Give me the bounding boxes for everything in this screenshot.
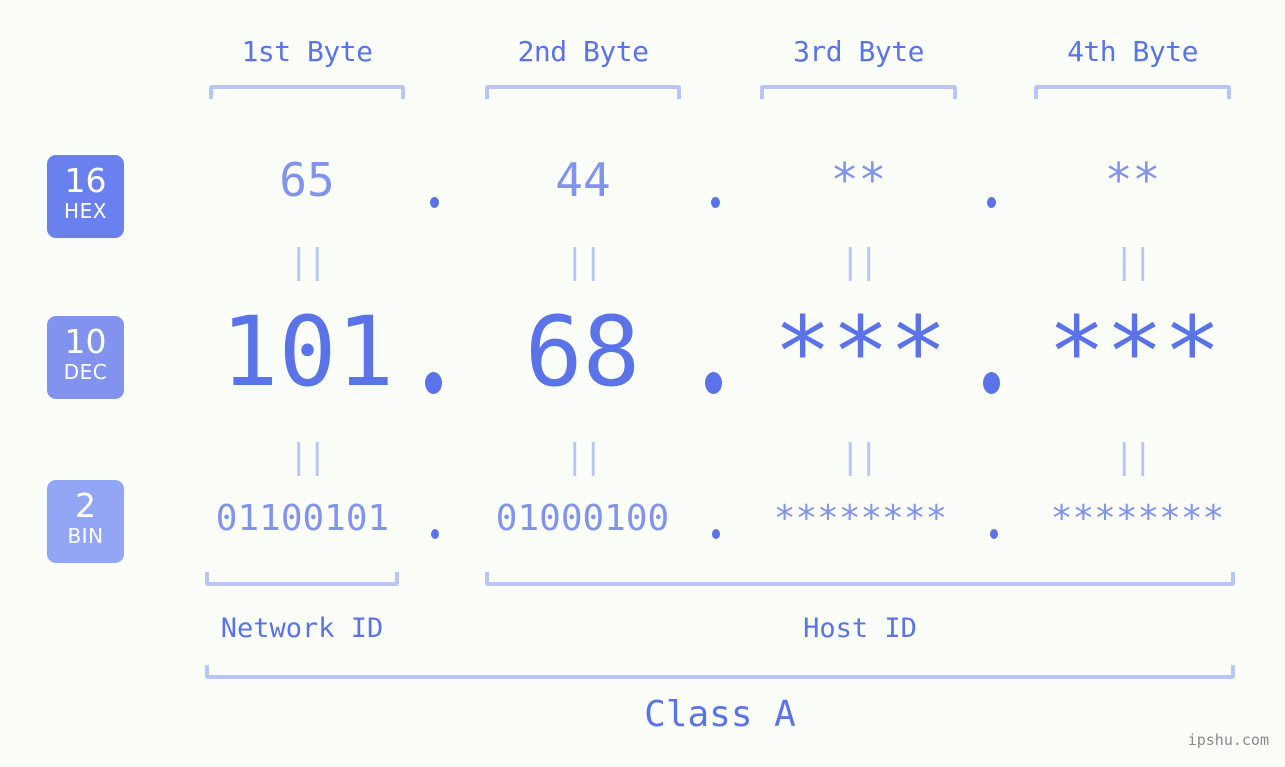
byte-header-3: 3rd Byte	[793, 35, 924, 68]
dec-separator-3	[983, 372, 1000, 394]
equals-mark-dec-bin-3: ||	[840, 437, 879, 477]
site-watermark: ipshu.com	[1187, 731, 1269, 749]
hex-separator-3	[987, 197, 996, 208]
base-badge-bin: 2 BIN	[47, 480, 124, 563]
base-badge-bin-label: BIN	[67, 524, 104, 548]
host-id-bracket	[485, 572, 1235, 586]
base-badge-bin-number: 2	[75, 486, 96, 525]
byte-header-1: 1st Byte	[241, 35, 373, 68]
base-badge-dec-label: DEC	[63, 360, 108, 384]
network-id-bracket	[205, 572, 399, 586]
hex-separator-1	[430, 197, 439, 208]
dec-separator-1	[425, 372, 442, 394]
dec-octet-4: ***	[1047, 296, 1222, 408]
byte-bracket-2	[485, 85, 681, 99]
hex-octet-4: **	[1104, 153, 1161, 207]
byte-bracket-1	[209, 85, 405, 99]
hex-octet-1: 65	[279, 153, 335, 207]
dec-separator-2	[705, 372, 722, 394]
network-id-label: Network ID	[220, 613, 384, 644]
byte-header-4: 4th Byte	[1067, 35, 1198, 68]
equals-mark-hex-dec-2: ||	[564, 242, 604, 282]
base-badge-hex-label: HEX	[64, 199, 107, 223]
bin-octet-2: 01000100	[495, 498, 670, 539]
bin-octet-4: ********	[1050, 498, 1225, 539]
bin-octet-1: 01100101	[215, 498, 390, 539]
equals-mark-dec-bin-4: ||	[1114, 437, 1153, 477]
hex-octet-2: 44	[555, 153, 611, 207]
base-badge-hex-number: 16	[64, 161, 107, 200]
equals-mark-hex-dec-4: ||	[1114, 242, 1153, 282]
host-id-label: Host ID	[803, 613, 917, 644]
byte-bracket-3	[760, 85, 957, 99]
bin-separator-2	[712, 529, 720, 539]
hex-octet-3: **	[830, 153, 887, 207]
byte-header-2: 2nd Byte	[517, 35, 649, 68]
dec-octet-1: 101	[220, 296, 395, 408]
base-badge-dec: 10 DEC	[47, 316, 124, 399]
equals-mark-hex-dec-3: ||	[840, 242, 879, 282]
ip-address-breakdown-diagram: 1st Byte 2nd Byte 3rd Byte 4th Byte 16 H…	[0, 0, 1285, 767]
base-badge-hex: 16 HEX	[47, 155, 124, 238]
bin-separator-1	[431, 529, 439, 539]
bin-separator-3	[990, 529, 998, 539]
equals-mark-hex-dec-1: ||	[288, 242, 328, 282]
class-bracket	[205, 665, 1235, 679]
byte-bracket-4	[1034, 85, 1231, 99]
dec-octet-2: 68	[524, 296, 641, 408]
hex-separator-2	[711, 197, 720, 208]
equals-mark-dec-bin-2: ||	[564, 437, 604, 477]
equals-mark-dec-bin-1: ||	[288, 437, 328, 477]
class-label: Class A	[644, 694, 796, 735]
dec-octet-3: ***	[773, 296, 948, 408]
bin-octet-3: ********	[773, 498, 948, 539]
base-badge-dec-number: 10	[64, 322, 107, 361]
